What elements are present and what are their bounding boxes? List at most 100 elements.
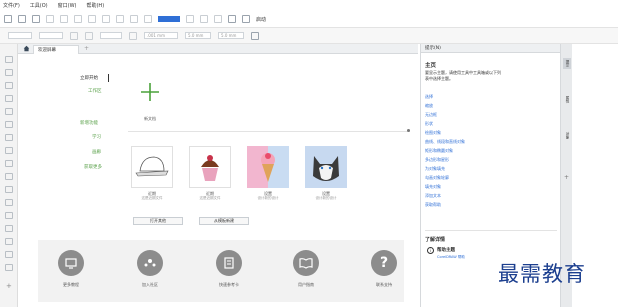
copy-icon[interactable]: [74, 15, 82, 23]
mirror-h-icon[interactable]: [70, 31, 78, 40]
pick-tool-icon[interactable]: [5, 56, 13, 63]
mirror-v-icon[interactable]: [85, 31, 93, 40]
nav-workspace[interactable]: 工作区: [88, 88, 102, 94]
contact-support-label[interactable]: 联系支持: [359, 282, 409, 288]
document-icon[interactable]: [216, 250, 242, 276]
help-topics-link[interactable]: 帮助主题: [437, 247, 455, 253]
hint-link[interactable]: 绘图对象: [425, 130, 441, 136]
more-tutorials-label[interactable]: 更多教程: [46, 282, 96, 288]
cupcake-image: [201, 155, 219, 181]
quick-reference-label[interactable]: 快速参考卡: [204, 282, 254, 288]
import-icon[interactable]: [130, 15, 138, 23]
launch-icon[interactable]: [242, 15, 250, 23]
recent-file-thumbnail[interactable]: [305, 146, 347, 188]
object-x-field[interactable]: [8, 32, 32, 39]
zoom-tool-icon[interactable]: [5, 95, 13, 102]
menu-window[interactable]: 窗口(W): [58, 2, 77, 9]
community-icon[interactable]: [137, 250, 163, 276]
add-tool-icon[interactable]: +: [6, 282, 12, 290]
watermark-text: 最需教育: [498, 262, 586, 286]
hint-link[interactable]: 形状: [425, 121, 433, 127]
freehand-tool-icon[interactable]: [5, 108, 13, 115]
tab-objects[interactable]: 对象: [563, 132, 571, 139]
tab-hints[interactable]: 提示: [563, 58, 571, 69]
dup-x-field[interactable]: 5.0 mm: [185, 32, 211, 39]
nav-whats-new[interactable]: 新增功能: [80, 120, 98, 126]
object-y-field[interactable]: [39, 32, 63, 39]
cut-icon[interactable]: [60, 15, 68, 23]
open-other-button[interactable]: 打开其他: [133, 217, 183, 225]
snap-icon[interactable]: [186, 15, 194, 23]
grid-icon[interactable]: [200, 15, 208, 23]
smart-fill-icon[interactable]: [5, 264, 13, 271]
launch-label[interactable]: 启动: [256, 16, 266, 23]
monitor-icon[interactable]: [58, 250, 84, 276]
nav-learn[interactable]: 学习: [92, 134, 101, 140]
nudge-field[interactable]: .001 mm: [144, 32, 178, 39]
hint-link[interactable]: 添加文本: [425, 193, 441, 199]
tab-properties[interactable]: 属性: [563, 96, 571, 103]
coreldraw-help-link[interactable]: CorelDRAW 帮助: [437, 255, 465, 260]
ellipse-tool-icon[interactable]: [5, 147, 13, 154]
crop-tool-icon[interactable]: [5, 82, 13, 89]
save-icon[interactable]: [32, 15, 40, 23]
new-icon[interactable]: [4, 15, 12, 23]
hint-link[interactable]: 获取帮助: [425, 202, 441, 208]
drop-shadow-icon[interactable]: [5, 212, 13, 219]
hint-link[interactable]: 缩放: [425, 103, 433, 109]
artistic-media-icon[interactable]: [5, 121, 13, 128]
new-from-template-button[interactable]: 从模板新建: [199, 217, 249, 225]
join-community-label[interactable]: 加入社区: [125, 282, 175, 288]
recent-file-thumbnail[interactable]: [247, 146, 289, 188]
hint-link[interactable]: 填充对象: [425, 184, 441, 190]
new-document-button[interactable]: [131, 73, 169, 111]
menu-file[interactable]: 文件(F): [3, 2, 20, 9]
hint-link[interactable]: 曲线、线段和直线对象: [425, 139, 465, 145]
print-icon[interactable]: [46, 15, 54, 23]
polygon-tool-icon[interactable]: [5, 160, 13, 167]
hint-link[interactable]: 多边形和星形: [425, 157, 449, 163]
add-docker-icon[interactable]: +: [564, 174, 569, 181]
home-icon[interactable]: [23, 45, 30, 52]
book-icon[interactable]: [293, 250, 319, 276]
connector-tool-icon[interactable]: [5, 199, 13, 206]
view-icon[interactable]: [214, 15, 222, 23]
hint-link[interactable]: 选择: [425, 94, 433, 100]
parallel-dimension-icon[interactable]: [5, 186, 13, 193]
hints-divider: [425, 230, 557, 231]
question-icon[interactable]: ?: [371, 250, 397, 276]
transparency-icon[interactable]: [5, 225, 13, 232]
shape-tool-icon[interactable]: [5, 69, 13, 76]
text-tool-icon[interactable]: [5, 173, 13, 180]
rectangle-tool-icon[interactable]: [5, 134, 13, 141]
interactive-fill-icon[interactable]: [5, 251, 13, 258]
recent-file-thumbnail[interactable]: [131, 146, 173, 188]
new-tab-icon[interactable]: +: [84, 45, 89, 52]
eyedropper-icon[interactable]: [5, 238, 13, 245]
nav-get-started[interactable]: 立即开始: [80, 75, 98, 81]
undo-icon[interactable]: [102, 15, 110, 23]
recent-file-thumbnail[interactable]: [189, 146, 231, 188]
menu-tools[interactable]: 工具(O): [30, 2, 48, 9]
options-gear-icon[interactable]: [228, 15, 236, 23]
hint-link[interactable]: 无边框: [425, 112, 437, 118]
menu-help[interactable]: 帮助(H): [86, 2, 104, 9]
hints-panel-header: 提示(N): [421, 44, 561, 53]
color-swatch[interactable]: [158, 16, 180, 22]
user-guide-label[interactable]: 用户指南: [281, 282, 331, 288]
dup-y-field[interactable]: 5.0 mm: [218, 32, 244, 39]
redo-icon[interactable]: [116, 15, 124, 23]
tab-welcome-screen[interactable]: 欢迎屏幕: [33, 45, 79, 54]
paste-icon[interactable]: [88, 15, 96, 23]
hint-link[interactable]: 矩形和椭圆对象: [425, 148, 453, 154]
export-icon[interactable]: [144, 15, 152, 23]
nav-gallery[interactable]: 画廊: [92, 149, 101, 155]
open-icon[interactable]: [18, 15, 26, 23]
hint-link[interactable]: 为对象填充: [425, 166, 445, 172]
fit-icon[interactable]: [251, 31, 259, 40]
tab-welcome-label: 欢迎屏幕: [38, 48, 56, 53]
rotation-field[interactable]: [100, 32, 122, 39]
nav-get-more[interactable]: 获取更多: [84, 164, 102, 170]
hint-link[interactable]: 勾画对象轮廓: [425, 175, 449, 181]
units-icon[interactable]: [129, 31, 137, 40]
